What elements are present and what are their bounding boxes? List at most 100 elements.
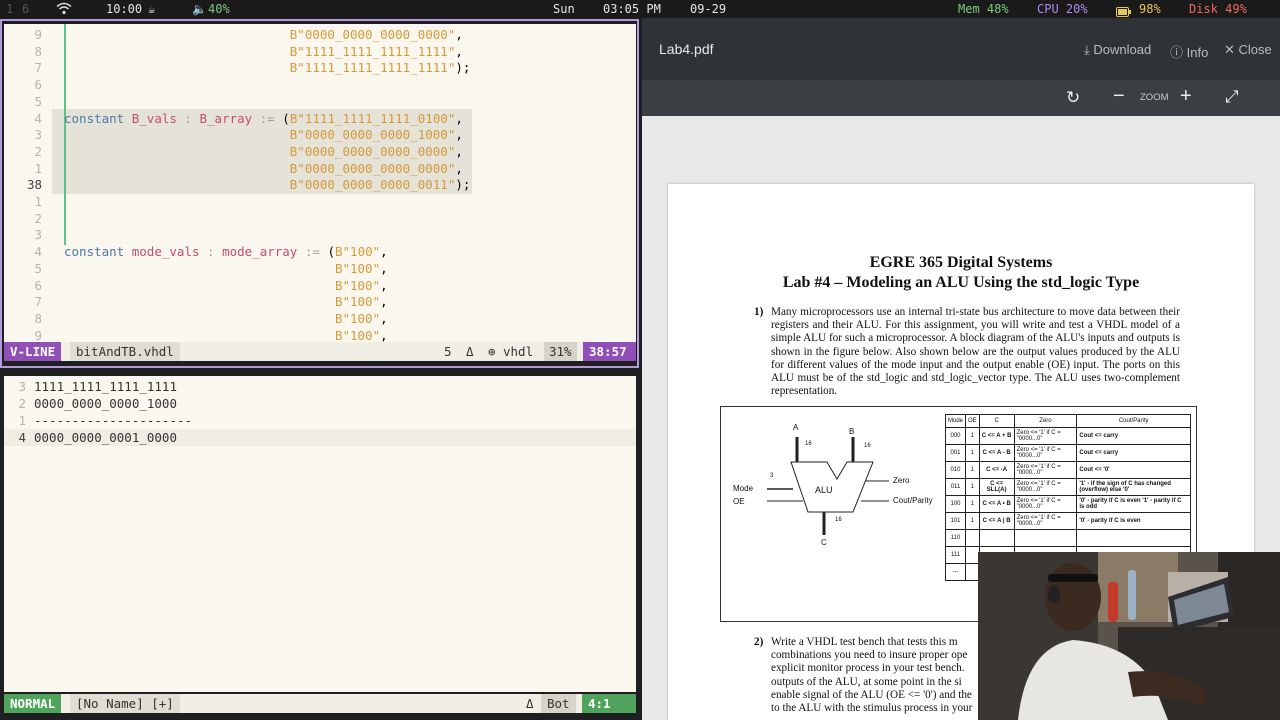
buffer-text: ---------------------: [34, 413, 193, 428]
input-b-label: B: [849, 427, 855, 436]
table-cell: Zero <= '1' if C = "0000...0": [1013, 427, 1078, 445]
output-c-label: C: [821, 538, 827, 547]
webcam-image: [978, 552, 1280, 720]
table-row: 001 1 C <= A - B Zero <= '1' if C = "0000..…: [944, 444, 1191, 462]
line-number: 2: [18, 396, 26, 411]
wifi-icon: [56, 2, 72, 20]
code-line[interactable]: 1: [4, 193, 636, 210]
line-number: 8: [34, 310, 42, 326]
table-cell: 010: [944, 461, 967, 479]
code-line[interactable]: 5: [4, 93, 636, 110]
code-line[interactable]: 8 B"1111_1111_1111_1111",: [4, 43, 636, 60]
table-cell: 101: [944, 512, 967, 530]
code-line[interactable]: 38 B"0000_0000_0000_0011");: [4, 176, 636, 193]
table-cell: 1: [965, 478, 980, 496]
cpu-usage: CPU 20%: [1037, 2, 1088, 16]
code-line[interactable]: 4 constant mode_vals : mode_array := (B"1…: [4, 243, 636, 260]
code-text: B"100",: [334, 294, 388, 310]
code-line[interactable]: 6: [4, 76, 636, 93]
table-row: 101 1 C <= A | B Zero <= '1' if C = "0000..…: [944, 512, 1191, 530]
line-number: 6: [34, 277, 42, 293]
table-cell: C <= SLL(A): [978, 478, 1015, 496]
table-header: C: [978, 414, 1015, 428]
alu-block-diagram: [767, 437, 889, 535]
code-line[interactable]: 2: [4, 210, 636, 227]
file-name: bitAndTB.vhdl: [70, 342, 180, 361]
buffer-line[interactable]: 2 0000_0000_0000_1000: [4, 395, 636, 412]
zoom-out-icon[interactable]: −: [1113, 85, 1125, 108]
line-number: 1: [18, 413, 26, 428]
buffer-line[interactable]: 4 0000_0000_0001_0000: [4, 429, 636, 446]
code-line[interactable]: 2 B"0000_0000_0000_0000",: [4, 143, 636, 160]
rotate-icon[interactable]: ↻: [1066, 88, 1080, 108]
pdf-filename: Lab4.pdf: [659, 41, 714, 57]
filetype-icon: ⊕: [488, 344, 496, 359]
line-number: 6: [34, 77, 42, 93]
filetype: vhdl: [503, 344, 534, 359]
table-header: OE: [965, 414, 980, 428]
code-line[interactable]: 8 B"100",: [4, 310, 636, 327]
info-label: Info: [1186, 45, 1209, 60]
code-line[interactable]: 3 B"0000_0000_0000_1000",: [4, 126, 636, 143]
line-number: 5: [34, 260, 42, 276]
code-line[interactable]: 3: [4, 226, 636, 243]
table-cell: C <= A + B: [978, 427, 1015, 445]
buffer-line[interactable]: 3 1111_1111_1111_1111: [4, 378, 636, 395]
editor-pane-top[interactable]: 9 B"0000_0000_0000_0000", 8 B"1111_1111_1…: [4, 24, 636, 358]
paragraph-line: combinations you need to insure proper o…: [771, 649, 968, 662]
code-line[interactable]: 1 B"0000_0000_0000_0000",: [4, 160, 636, 177]
line-number: 4: [18, 430, 26, 445]
line-number: 4: [34, 110, 42, 126]
code-line[interactable]: 7 B"1111_1111_1111_1111");: [4, 59, 636, 76]
paragraph-line: enable signal of the ALU (OE <= '0') and…: [771, 688, 972, 701]
table-header: Mode: [944, 414, 967, 428]
editor-pane-bottom[interactable]: 3 1111_1111_1111_1111 2 0000_0000_0000_1000…: [4, 376, 636, 692]
paragraph-line: outputs of the ALU, at some point in the…: [771, 675, 962, 688]
close-button[interactable]: ✕ Close: [1224, 42, 1272, 58]
code-text: B"0000_0000_0000_0011");: [289, 177, 471, 193]
paragraph-line: to the ALU with the stimulus process in …: [771, 702, 973, 714]
download-button[interactable]: ⤓ Download: [1084, 42, 1151, 58]
table-cell: 1: [965, 512, 980, 530]
download-label: Download: [1093, 42, 1152, 57]
scroll-position: Bot: [541, 694, 576, 713]
table-cell: 1: [965, 461, 980, 479]
table-row: 010 1 C <= -A Zero <= '1' if C = "0000...0"…: [944, 461, 1191, 479]
info-button[interactable]: ⓘ Info: [1170, 42, 1208, 61]
line-number: 38: [26, 177, 42, 193]
code-line[interactable]: 5 B"100",: [4, 260, 636, 277]
table-cell: C <= -A: [978, 461, 1015, 479]
fullscreen-icon[interactable]: ⤢: [1225, 87, 1239, 107]
code-text: B"100",: [334, 260, 388, 276]
table-cell: 111: [944, 546, 967, 564]
zoom-in-icon[interactable]: +: [1180, 85, 1192, 108]
git-branch-icon: Δ: [526, 696, 534, 711]
zoom-label: ZOOM: [1140, 92, 1169, 103]
git-branch-icon: Δ: [466, 344, 474, 359]
workspace-1[interactable]: 1: [6, 0, 13, 18]
viewer-toolbar: ↻ − ZOOM + ⤢: [642, 80, 1280, 116]
code-text: B"100",: [334, 310, 388, 326]
code-text: B"1111_1111_1111_1111");: [289, 60, 471, 76]
line-number: 7: [34, 294, 42, 310]
table-cell: C <= A • B: [978, 495, 1015, 513]
table-cell: Zero <= '1' if C = "0000...0": [1013, 495, 1078, 513]
table-cell: 000: [944, 427, 967, 445]
workspace-6[interactable]: 6: [22, 0, 29, 18]
table-row: 011 1 C <= SLL(A) Zero <= '1' if C = "0000.…: [944, 478, 1191, 496]
table-cell: Cout <= '0': [1076, 461, 1191, 479]
code-line[interactable]: 4 constant B_vals : B_array := (B"1111_11…: [4, 110, 636, 127]
code-line[interactable]: 7 B"100",: [4, 293, 636, 310]
line-number: 8: [34, 43, 42, 59]
buffer-name: [No Name] [+]: [70, 694, 180, 713]
code-text: B"100",: [334, 277, 388, 293]
top-status-bar: 1 6 10:00 ☕ 🔈 40% Sun 03:05 PM 09-29 Mem…: [0, 0, 1280, 18]
code-line[interactable]: 6 B"100",: [4, 277, 636, 294]
buffer-text: 0000_0000_0000_1000: [34, 396, 177, 411]
line-number: 3: [18, 379, 26, 394]
code-line[interactable]: 9 B"0000_0000_0000_0000",: [4, 26, 636, 43]
buffer-line[interactable]: 1 ---------------------: [4, 412, 636, 429]
mode-indicator: V-LINE: [4, 342, 62, 361]
oe-input-label: OE: [733, 497, 745, 506]
line-number: 2: [34, 143, 42, 159]
